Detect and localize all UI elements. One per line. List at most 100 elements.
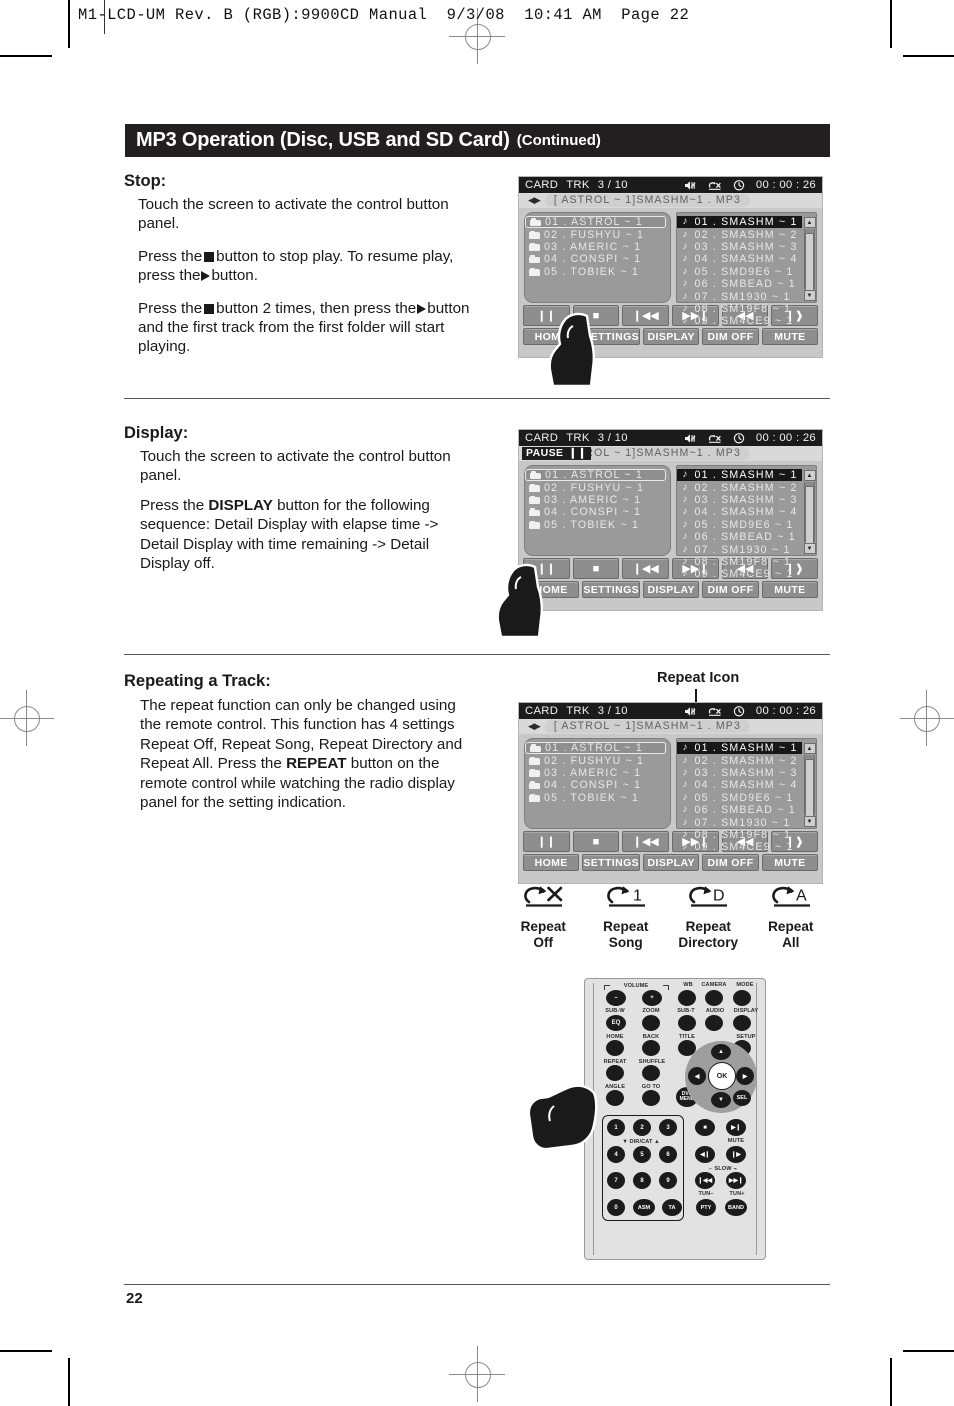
folder-item[interactable]: 05 . TOBIEK ~ 1 xyxy=(525,519,670,531)
lcd-screen-repeat[interactable]: CARD TRK 3 / 10 00 : 00 : 26 ◀▶ [ ASTROL… xyxy=(518,702,823,884)
lcd2-menu-bar[interactable]: HOME SETTINGS DISPLAY DIM OFF MUTE xyxy=(519,579,822,601)
scroll-track[interactable] xyxy=(804,482,815,544)
track-item[interactable]: ♪ 03 . SMASHM ~ 3 xyxy=(677,494,803,506)
track-item[interactable]: ♪ 04 . SMASHM ~ 4 xyxy=(677,506,803,518)
settings-button[interactable]: SETTINGS xyxy=(582,854,641,871)
stop-button[interactable]: ■ xyxy=(572,305,620,326)
key-5-button[interactable]: 5 xyxy=(633,1146,651,1163)
scroll-down-icon[interactable]: ▼ xyxy=(803,543,816,554)
key-6-button[interactable]: 6 xyxy=(659,1146,677,1163)
camera-button[interactable] xyxy=(705,990,723,1006)
track-item[interactable]: ♪ 06 . SMBEAD ~ 1 xyxy=(677,531,803,543)
lcd1-browser[interactable]: 01 . ASTROL ~ 1 02 . FUSHYU ~ 1 03 . AME… xyxy=(519,208,822,327)
display-button[interactable] xyxy=(733,1015,751,1031)
folder-item[interactable]: 01 . ASTROL ~ 1 xyxy=(525,742,666,755)
track-item[interactable]: ♪ 09 . SM4CE9 ~ 1 xyxy=(677,315,803,327)
home-button[interactable]: HOME xyxy=(523,328,580,345)
volume-up-button[interactable]: + xyxy=(642,990,662,1006)
track-item[interactable]: ♪ 07 . SM1930 ~ 1 xyxy=(677,543,803,556)
track-item[interactable]: ♪ 06 . SMBEAD ~ 1 xyxy=(677,278,803,290)
repeat-button[interactable] xyxy=(606,1065,624,1081)
track-item[interactable]: ♪ 04 . SMASHM ~ 4 xyxy=(677,779,803,791)
pause-button[interactable]: ❙❙ xyxy=(523,558,570,579)
stop-button[interactable]: ■ xyxy=(572,831,620,852)
track-item[interactable]: ♪ 01 . SMASHM ~ 1 xyxy=(676,216,802,229)
folder-item[interactable]: 05 . TOBIEK ~ 1 xyxy=(525,792,670,804)
lcd2-scrollbar[interactable]: ▲ ▼ xyxy=(803,470,816,554)
track-item[interactable]: ♪ 02 . SMASHM ~ 2 xyxy=(677,228,803,241)
shuffle-button[interactable] xyxy=(642,1065,660,1081)
lcd-screen-stop[interactable]: CARD TRK 3 / 10 00 : 00 : 26 ◀▶ [ ASTROL… xyxy=(518,176,823,358)
home-button[interactable]: HOME xyxy=(523,581,580,598)
band-button[interactable]: BAND xyxy=(725,1199,747,1216)
lcd1-folder-pane[interactable]: 01 . ASTROL ~ 1 02 . FUSHYU ~ 1 03 . AME… xyxy=(524,212,671,303)
scroll-up-icon[interactable]: ▲ xyxy=(803,217,816,228)
scroll-down-icon[interactable]: ▼ xyxy=(803,290,816,301)
mute-button[interactable]: MUTE xyxy=(761,854,819,871)
pty-button[interactable]: PTY xyxy=(696,1199,716,1216)
pause-button[interactable]: ❙❙ xyxy=(523,831,570,852)
settings-button[interactable]: SETTINGS xyxy=(582,328,641,345)
step-back-button[interactable]: ◀❙ xyxy=(695,1146,715,1163)
mute-button[interactable]: MUTE xyxy=(761,328,819,345)
dpad-left-button[interactable]: ◀ xyxy=(688,1067,706,1085)
folder-item[interactable]: 03 . AMERIC ~ 1 xyxy=(525,241,670,253)
track-item[interactable]: ♪ 02 . SMASHM ~ 2 xyxy=(677,481,803,494)
wb-button[interactable] xyxy=(678,990,696,1006)
track-item[interactable]: ♪ 08 . SM19F8 ~ 1 xyxy=(677,829,803,841)
stop-button[interactable]: ■ xyxy=(572,558,620,579)
track-item[interactable]: ♪ 06 . SMBEAD ~ 1 xyxy=(677,804,803,816)
lcd3-track-pane[interactable]: ♪ 01 . SMASHM ~ 1 ♪ 02 . SMASHM ~ 2 ♪ 03 . … xyxy=(675,738,817,853)
display-button[interactable]: DISPLAY xyxy=(643,328,700,345)
folder-item[interactable]: 03 . AMERIC ~ 1 xyxy=(525,767,670,779)
folder-item[interactable]: 05 . TOBIEK ~ 1 xyxy=(525,266,670,278)
track-item[interactable]: ♪ 09 . SM4CE9 ~ 1 xyxy=(677,841,803,853)
track-item[interactable]: ♪ 09 . SM4CE9 ~ 1 xyxy=(677,568,803,580)
back-button[interactable] xyxy=(642,1040,660,1056)
mode-button[interactable] xyxy=(733,990,751,1006)
track-item[interactable]: ♪ 07 . SM1930 ~ 1 xyxy=(677,816,803,829)
folder-item[interactable]: 01 . ASTROL ~ 1 xyxy=(525,469,666,482)
track-item[interactable]: ♪ 01 . SMASHM ~ 1 xyxy=(676,742,802,755)
asm-button[interactable]: ASM xyxy=(633,1199,655,1216)
eq-button[interactable]: EQ xyxy=(606,1015,626,1031)
pause-button[interactable]: ❙❙ xyxy=(523,305,570,326)
dim-off-button[interactable]: DIM OFF xyxy=(702,854,759,871)
step-forward-button[interactable]: ❙▶ xyxy=(726,1146,746,1163)
key-3-button[interactable]: 3 xyxy=(659,1119,677,1136)
lcd3-menu-bar[interactable]: HOME SETTINGS DISPLAY DIM OFF MUTE xyxy=(519,852,822,874)
folder-item[interactable]: 04 . CONSPI ~ 1 xyxy=(525,779,670,791)
track-item[interactable]: ♪ 05 . SMD9E6 ~ 1 xyxy=(677,266,803,278)
ok-button[interactable]: OK xyxy=(708,1062,736,1090)
home-button[interactable]: HOME xyxy=(523,854,580,871)
scroll-down-icon[interactable]: ▼ xyxy=(803,816,816,827)
lcd3-browser[interactable]: 01 . ASTROL ~ 1 02 . FUSHYU ~ 1 03 . AME… xyxy=(519,734,822,853)
ta-button[interactable]: TA xyxy=(662,1199,682,1216)
display-button[interactable]: DISPLAY xyxy=(643,581,700,598)
dpad-up-button[interactable]: ▲ xyxy=(711,1044,731,1060)
scroll-up-icon[interactable]: ▲ xyxy=(803,470,816,481)
scroll-track[interactable] xyxy=(804,229,815,291)
lcd2-folder-pane[interactable]: 01 . ASTROL ~ 1 02 . FUSHYU ~ 1 03 . AME… xyxy=(524,465,671,556)
lcd1-scrollbar[interactable]: ▲ ▼ xyxy=(803,217,816,301)
scroll-thumb[interactable] xyxy=(805,486,814,544)
folder-item[interactable]: 04 . CONSPI ~ 1 xyxy=(525,506,670,518)
remote-play-pause-button[interactable]: ▶❙ xyxy=(726,1119,746,1136)
track-item[interactable]: ♪ 05 . SMD9E6 ~ 1 xyxy=(677,519,803,531)
key-8-button[interactable]: 8 xyxy=(633,1172,651,1189)
lcd3-folder-pane[interactable]: 01 . ASTROL ~ 1 02 . FUSHYU ~ 1 03 . AME… xyxy=(524,738,671,829)
scroll-track[interactable] xyxy=(804,755,815,817)
folder-item[interactable]: 02 . FUSHYU ~ 1 xyxy=(525,228,670,241)
track-item[interactable]: ♪ 03 . SMASHM ~ 3 xyxy=(677,767,803,779)
mute-button[interactable]: MUTE xyxy=(761,581,819,598)
lcd1-track-pane[interactable]: ♪ 01 . SMASHM ~ 1 ♪ 02 . SMASHM ~ 2 ♪ 03 . … xyxy=(675,212,817,327)
remote-stop-button[interactable]: ■ xyxy=(695,1119,715,1136)
track-item[interactable]: ♪ 04 . SMASHM ~ 4 xyxy=(677,253,803,265)
key-7-button[interactable]: 7 xyxy=(607,1172,625,1189)
previous-track-button[interactable]: ❙◀◀ xyxy=(622,558,670,579)
scroll-thumb[interactable] xyxy=(805,233,814,291)
track-item[interactable]: ♪ 08 . SM19F8 ~ 1 xyxy=(677,556,803,568)
dpad-right-button[interactable]: ▶ xyxy=(736,1067,754,1085)
scroll-up-icon[interactable]: ▲ xyxy=(803,743,816,754)
lcd1-menu-bar[interactable]: HOME SETTINGS DISPLAY DIM OFF MUTE xyxy=(519,326,822,348)
